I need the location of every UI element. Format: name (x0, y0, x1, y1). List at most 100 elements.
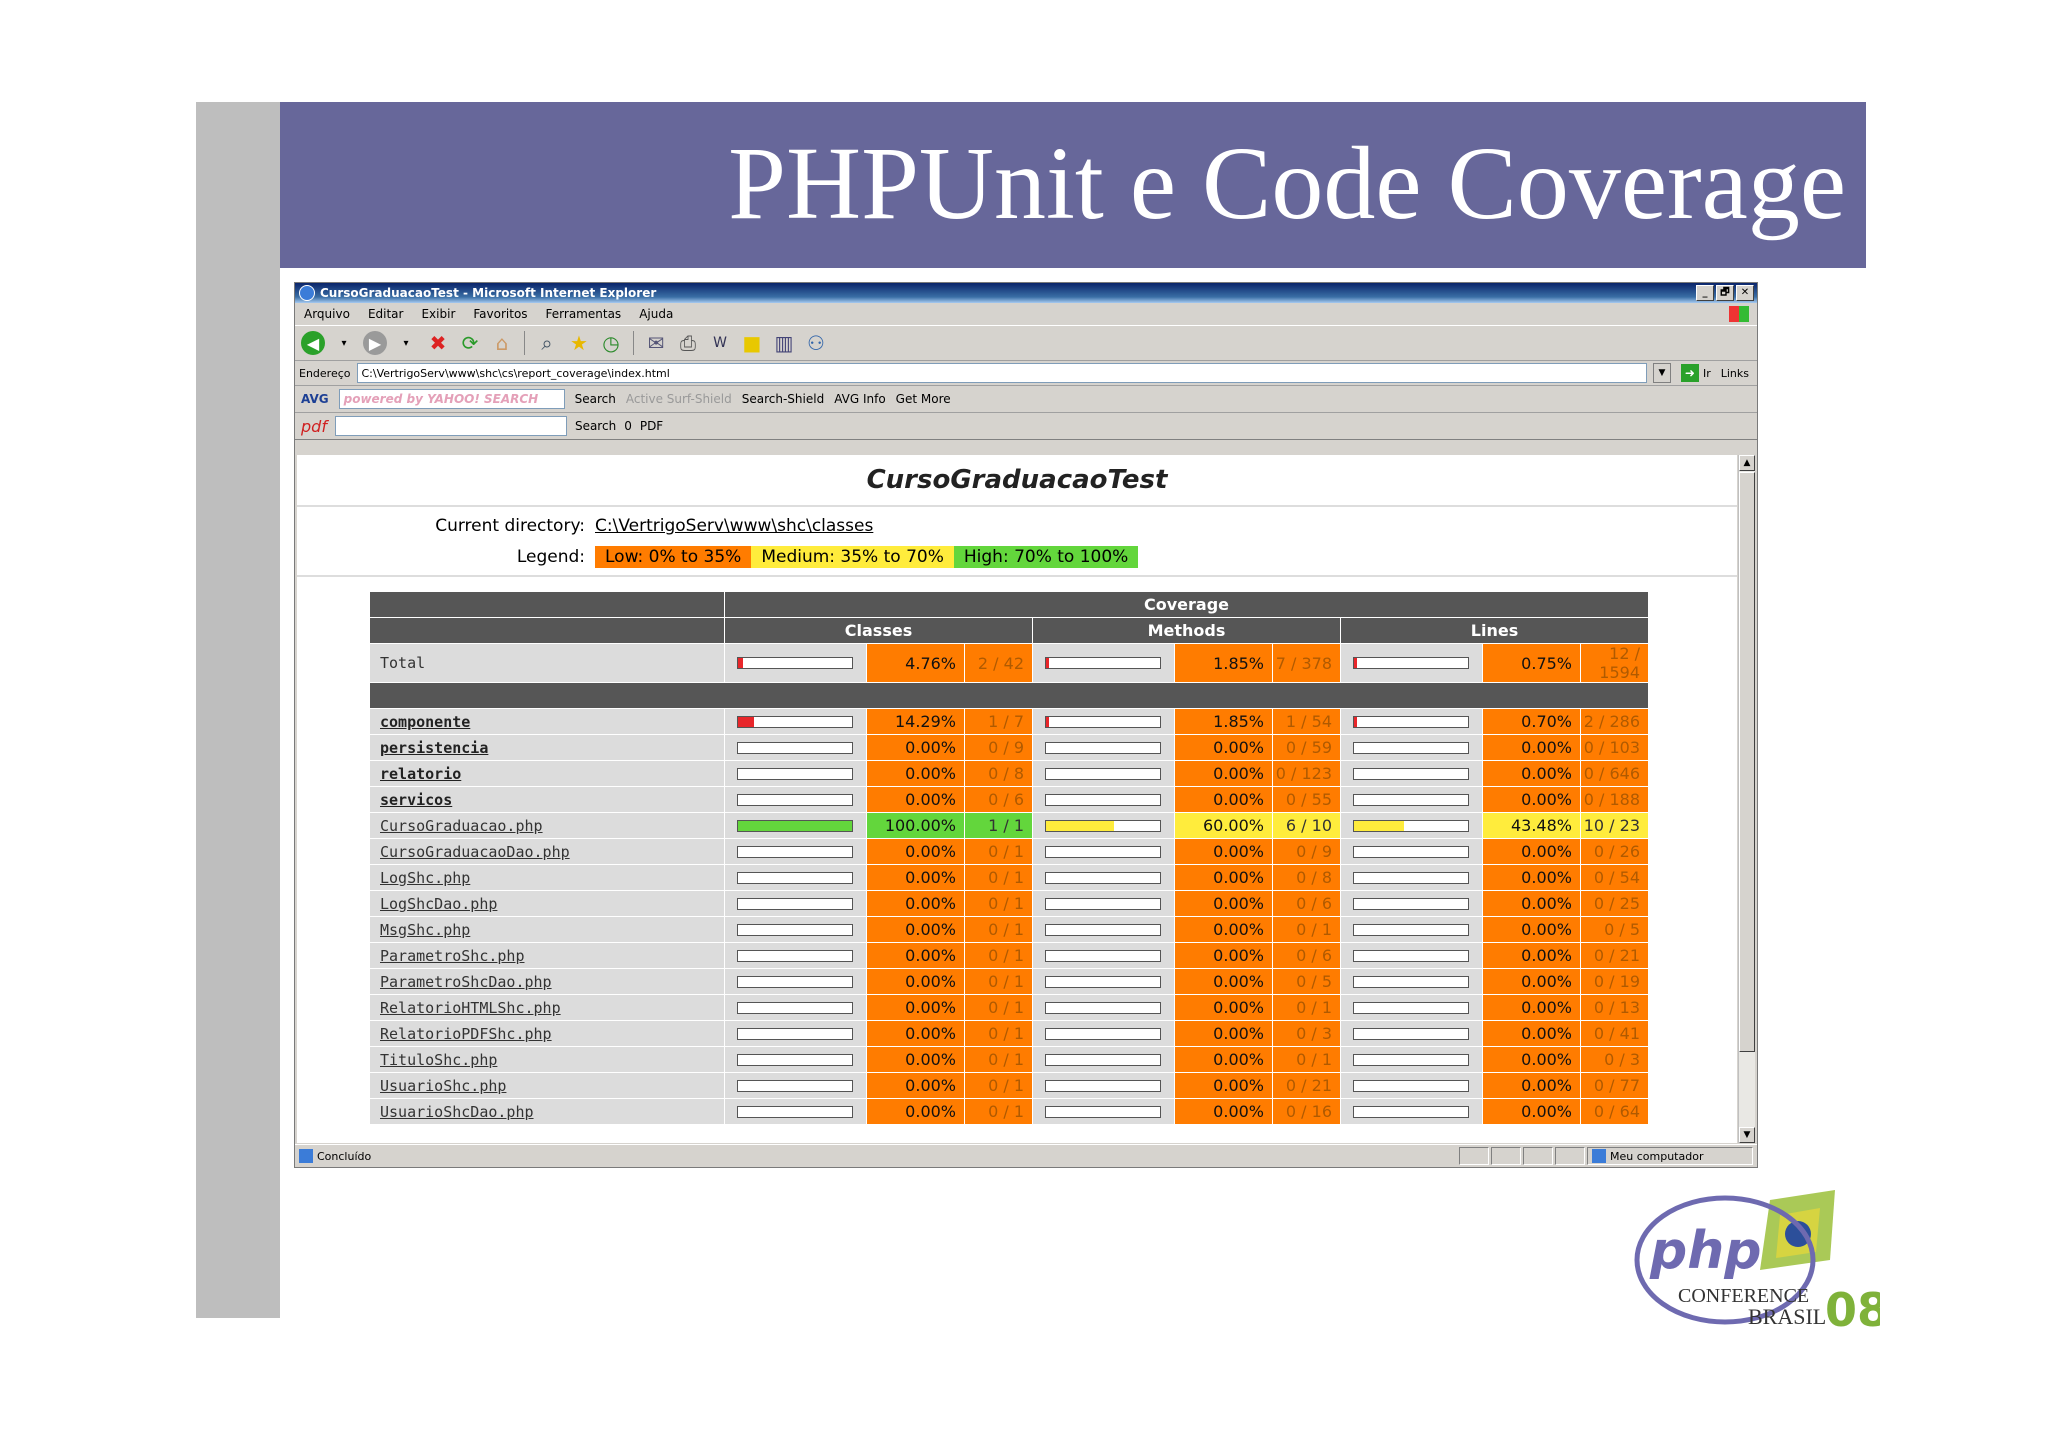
back-dropdown-icon[interactable]: ▾ (331, 330, 357, 356)
classes-percent: 0.00% (866, 942, 965, 969)
file-link[interactable]: CursoGraduacao.php (380, 817, 543, 835)
item-name-cell[interactable]: componente (369, 708, 725, 735)
pdf-button[interactable]: PDF (640, 419, 663, 433)
forward-dropdown-icon[interactable]: ▾ (393, 330, 419, 356)
item-name-cell[interactable]: LogShcDao.php (369, 890, 725, 917)
item-name-cell[interactable]: RelatorioPDFShc.php (369, 1020, 725, 1047)
yahoo-search-input[interactable]: powered by YAHOO! SEARCH (338, 389, 565, 409)
item-name-cell[interactable]: servicos (369, 786, 725, 813)
vertical-scrollbar[interactable]: ▲ ▼ (1738, 455, 1755, 1143)
windows-logo-icon (1729, 306, 1749, 322)
coverage-bar (1045, 741, 1161, 754)
lines-percent: 0.00% (1482, 994, 1581, 1021)
item-name-cell[interactable]: LogShc.php (369, 864, 725, 891)
item-name-cell[interactable]: UsuarioShcDao.php (369, 1098, 725, 1125)
file-link[interactable]: LogShcDao.php (380, 895, 497, 913)
home-icon[interactable]: ⌂ (489, 330, 515, 356)
item-name-cell[interactable]: persistencia (369, 734, 725, 761)
links-button[interactable]: Links (1721, 367, 1749, 380)
menu-arquivo[interactable]: Arquivo (295, 307, 359, 321)
directory-link[interactable]: relatorio (380, 765, 461, 783)
item-name-cell[interactable]: MsgShc.php (369, 916, 725, 943)
discuss-icon[interactable]: ■ (739, 330, 765, 356)
coverage-bar (1353, 1079, 1469, 1092)
directory-link[interactable]: persistencia (380, 739, 488, 757)
file-link[interactable]: RelatorioPDFShc.php (380, 1025, 552, 1043)
current-directory-link[interactable]: C:\VertrigoServ\www\shc\classes (595, 516, 873, 536)
menu-exibir[interactable]: Exibir (412, 307, 464, 321)
status-bar: Concluído Meu computador (295, 1144, 1757, 1167)
coverage-bar (737, 949, 853, 962)
messenger-icon[interactable]: ⚇ (803, 330, 829, 356)
file-link[interactable]: MsgShc.php (380, 921, 470, 939)
classes-count: 0 / 1 (964, 968, 1033, 995)
coverage-bar-cell (1032, 916, 1175, 943)
address-input[interactable]: C:\VertrigoServ\www\shc\cs\report_covera… (356, 363, 1647, 383)
close-button[interactable]: ✕ (1736, 285, 1754, 301)
file-link[interactable]: UsuarioShc.php (380, 1077, 506, 1095)
research-icon[interactable]: ▥ (771, 330, 797, 356)
history-icon[interactable]: ◷ (598, 330, 624, 356)
lines-count: 0 / 188 (1580, 786, 1649, 813)
file-link[interactable]: CursoGraduacaoDao.php (380, 843, 570, 861)
standard-toolbar: ◀ ▾ ▶ ▾ ✖ ⟳ ⌂ ⌕ ★ ◷ ✉ ⎙ W ■ ▥ ⚇ (295, 326, 1757, 361)
file-link[interactable]: ParametroShcDao.php (380, 973, 552, 991)
go-button[interactable]: ➜ Ir (1680, 364, 1711, 382)
lines-percent: 0.00% (1482, 968, 1581, 995)
forward-icon[interactable]: ▶ (363, 331, 387, 355)
file-link[interactable]: UsuarioShcDao.php (380, 1103, 534, 1121)
search-shield-button[interactable]: Search-Shield (742, 392, 824, 406)
item-name-cell[interactable]: ParametroShcDao.php (369, 968, 725, 995)
active-surf-shield-button[interactable]: Active Surf-Shield (626, 392, 732, 406)
file-link[interactable]: TituloShc.php (380, 1051, 497, 1069)
directory-link[interactable]: componente (380, 713, 470, 731)
item-name-cell[interactable]: CursoGraduacaoDao.php (369, 838, 725, 865)
edit-word-icon[interactable]: W (707, 330, 733, 356)
pdf-search-button[interactable]: Search (575, 419, 616, 433)
coverage-bar (1045, 1001, 1161, 1014)
coverage-bar (737, 975, 853, 988)
scroll-up-icon[interactable]: ▲ (1739, 455, 1755, 471)
address-bar: Endereço C:\VertrigoServ\www\shc\cs\repo… (295, 361, 1757, 386)
mail-icon[interactable]: ✉ (643, 330, 669, 356)
pdf-search-input[interactable] (334, 416, 567, 436)
avg-logo[interactable]: AVG (301, 392, 329, 406)
address-dropdown-icon[interactable]: ▼ (1652, 363, 1671, 383)
item-name-cell[interactable]: RelatorioHTMLShc.php (369, 994, 725, 1021)
coverage-bar-cell (1340, 890, 1483, 917)
pdf-logo[interactable]: pdf (301, 417, 327, 436)
coverage-bar-fill (1046, 716, 1050, 727)
scroll-thumb[interactable] (1739, 472, 1755, 1052)
restore-button[interactable]: 🗗 (1716, 285, 1734, 301)
menu-editar[interactable]: Editar (359, 307, 413, 321)
file-link[interactable]: RelatorioHTMLShc.php (380, 999, 561, 1017)
favorites-star-icon[interactable]: ★ (566, 330, 592, 356)
legend-high: High: 70% to 100% (953, 546, 1139, 568)
file-link[interactable]: LogShc.php (380, 869, 470, 887)
stop-icon[interactable]: ✖ (425, 330, 451, 356)
refresh-icon[interactable]: ⟳ (457, 330, 483, 356)
status-text: Concluído (317, 1149, 372, 1163)
item-name-cell[interactable]: CursoGraduacao.php (369, 812, 725, 839)
item-name-cell[interactable]: TituloShc.php (369, 1046, 725, 1073)
table-row: LogShc.php 0.00% 0 / 1 0.00% 0 / 8 0.00% 0 / 5… (369, 864, 1649, 891)
table-row: TituloShc.php 0.00% 0 / 1 0.00% 0 / 1 0.00% 0 … (369, 1046, 1649, 1073)
file-link[interactable]: ParametroShc.php (380, 947, 525, 965)
menu-ferramentas[interactable]: Ferramentas (537, 307, 631, 321)
computer-icon (1592, 1149, 1606, 1163)
scroll-down-icon[interactable]: ▼ (1739, 1127, 1755, 1143)
item-name-cell[interactable]: relatorio (369, 760, 725, 787)
avg-info-button[interactable]: AVG Info (834, 392, 885, 406)
get-more-button[interactable]: Get More (896, 392, 951, 406)
directory-link[interactable]: servicos (380, 791, 452, 809)
search-icon[interactable]: ⌕ (534, 330, 560, 356)
print-icon[interactable]: ⎙ (675, 330, 701, 356)
coverage-bar-cell (1340, 942, 1483, 969)
item-name-cell[interactable]: ParametroShc.php (369, 942, 725, 969)
menu-favoritos[interactable]: Favoritos (464, 307, 536, 321)
avg-search-button[interactable]: Search (575, 392, 616, 406)
item-name-cell[interactable]: UsuarioShc.php (369, 1072, 725, 1099)
back-icon[interactable]: ◀ (301, 331, 325, 355)
menu-ajuda[interactable]: Ajuda (630, 307, 682, 321)
minimize-button[interactable]: _ (1696, 285, 1714, 301)
